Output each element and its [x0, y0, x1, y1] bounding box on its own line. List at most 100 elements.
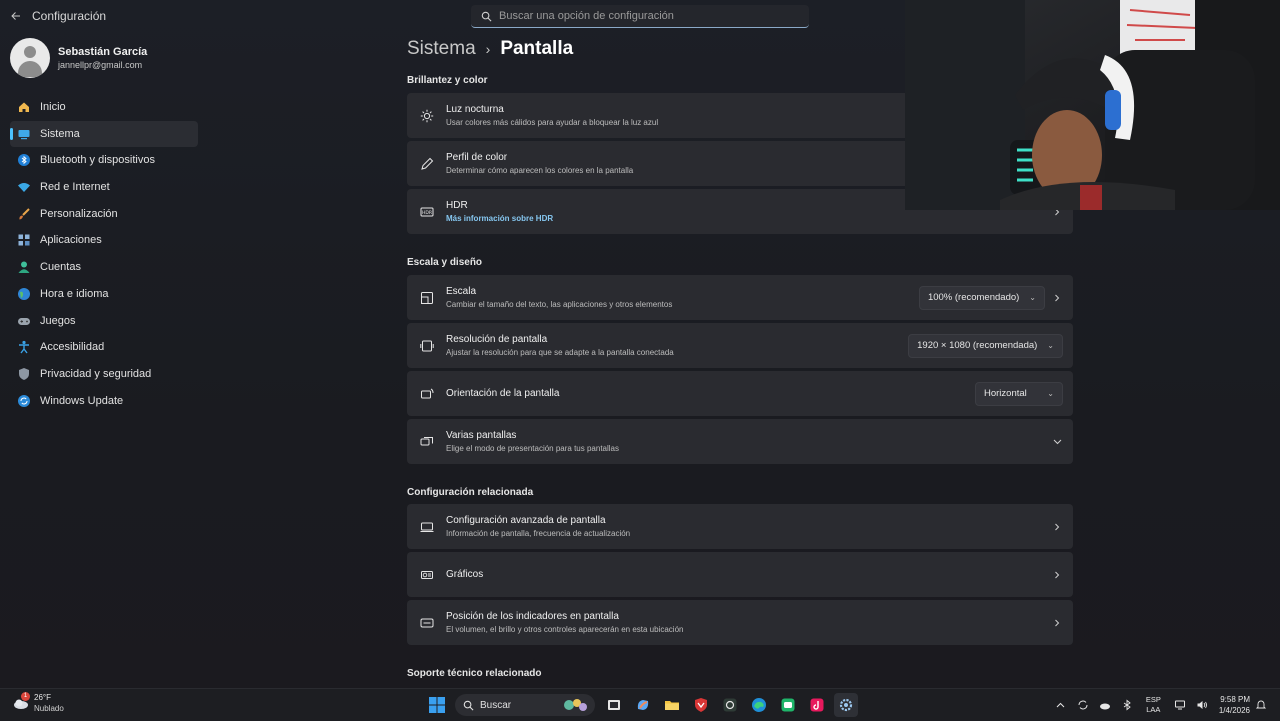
section-title-relacionada: Configuración relacionada [407, 487, 534, 498]
card-subtitle: Cambiar el tamaño del texto, las aplicac… [446, 300, 673, 309]
card-varias-pantallas[interactable]: Varias pantallas Elige el modo de presen… [407, 419, 1073, 464]
taskbar-search[interactable]: Buscar [455, 694, 595, 716]
language-indicator[interactable]: ESP LAA [1146, 695, 1161, 715]
sidebar-item-label: Cuentas [40, 261, 81, 274]
sidebar-item-label: Sistema [40, 127, 80, 140]
sidebar-item-red[interactable]: Red e Internet [10, 174, 198, 200]
orientation-dropdown[interactable]: Horizontal ⌄ [975, 381, 1063, 406]
sidebar-item-windows-update[interactable]: Windows Update [10, 388, 198, 414]
windows-logo-icon [428, 697, 445, 713]
system-tray: ESP LAA 9:58 PM 1/4/2026 [1050, 693, 1272, 717]
chevron-right-icon: › [485, 41, 491, 57]
card-orientacion[interactable]: Orientación de la pantalla Horizontal ⌄ [407, 371, 1073, 416]
sidebar-item-label: Juegos [40, 314, 76, 327]
sidebar-item-label: Aplicaciones [40, 234, 102, 247]
home-icon [16, 99, 32, 115]
globe-icon [16, 286, 32, 302]
profile-name: Sebastián García [58, 46, 148, 58]
gamepad-icon [16, 313, 32, 329]
dropdown-value: 1920 × 1080 (recomendada) [917, 340, 1038, 351]
chevron-right-icon[interactable] [1049, 294, 1065, 302]
monitor-icon [419, 519, 435, 535]
taskbar-search-label: Buscar [480, 699, 512, 711]
card-posicion-indicadores[interactable]: Posición de los indicadores en pantalla … [407, 600, 1073, 645]
title-bar: Configuración [0, 0, 300, 32]
start-button[interactable] [425, 693, 449, 717]
clock-time: 9:58 PM [1220, 695, 1250, 704]
card-resolucion[interactable]: Resolución de pantalla Ajustar la resolu… [407, 323, 1073, 368]
flyout-position-icon [419, 615, 435, 631]
sidebar-item-hora[interactable]: Hora e idioma [10, 281, 198, 307]
color-picker-icon [419, 156, 435, 172]
chat-app-icon[interactable] [776, 693, 800, 717]
breadcrumb-parent[interactable]: Sistema [407, 38, 476, 60]
app-title: Configuración [32, 9, 107, 23]
sidebar-nav: Inicio Sistema Bluetooth y dispositivos … [10, 94, 198, 414]
search-icon [463, 700, 474, 711]
card-title: Escala [446, 286, 477, 297]
sidebar-item-juegos[interactable]: Juegos [10, 308, 198, 334]
tiktok-icon[interactable] [805, 693, 829, 717]
apps-icon [16, 232, 32, 248]
chevron-down-icon: ⌄ [1029, 293, 1036, 302]
notifications-icon[interactable] [1252, 696, 1270, 714]
sidebar-item-bluetooth[interactable]: Bluetooth y dispositivos [10, 147, 198, 173]
chevron-right-icon [1049, 571, 1065, 579]
sidebar-item-label: Accesibilidad [40, 341, 105, 354]
card-subtitle: Información de pantalla, frecuencia de a… [446, 529, 631, 538]
weather-desc: Nublado [34, 704, 64, 713]
sidebar-item-sistema[interactable]: Sistema [10, 120, 198, 147]
resolution-icon [419, 338, 435, 354]
network-icon[interactable] [1171, 696, 1189, 714]
dropdown-value: 100% (recomendado) [927, 292, 1020, 303]
sidebar-item-inicio[interactable]: Inicio [10, 94, 198, 120]
chevron-up-icon[interactable] [1052, 696, 1070, 714]
antivirus-icon[interactable] [689, 693, 713, 717]
settings-gear-icon[interactable] [833, 693, 858, 717]
clock[interactable]: 9:58 PM 1/4/2026 [1219, 694, 1250, 716]
hdr-more-info-link[interactable]: Más información sobre HDR [446, 214, 1049, 223]
weather-widget[interactable]: 1 26°F Nublado [12, 692, 64, 713]
search-highlight-icon [563, 697, 589, 718]
cloud-icon[interactable] [1096, 696, 1114, 714]
sync-icon[interactable] [1074, 696, 1092, 714]
scale-dropdown[interactable]: 100% (recomendado) ⌄ [918, 285, 1045, 310]
page-title: Pantalla [500, 38, 574, 59]
sidebar-item-accesibilidad[interactable]: Accesibilidad [10, 334, 198, 360]
dropdown-value: Horizontal [984, 388, 1027, 399]
bluetooth-tray-icon[interactable] [1118, 696, 1136, 714]
taskbar: 1 26°F Nublado Buscar ESP LAA 9:58 PM 1/… [0, 688, 1280, 721]
chevron-right-icon [1049, 619, 1065, 627]
app-icon[interactable] [718, 693, 742, 717]
brush-icon [16, 206, 32, 222]
clock-date: 1/4/2026 [1218, 706, 1250, 715]
section-title-brillantez: Brillantez y color [407, 75, 488, 86]
volume-icon[interactable] [1193, 696, 1211, 714]
task-view-icon[interactable] [602, 693, 626, 717]
user-profile[interactable]: Sebastián García jannellpr@gmail.com [10, 38, 147, 78]
breadcrumb: Sistema › Pantalla [407, 38, 573, 60]
card-graficos[interactable]: Gráficos [407, 552, 1073, 597]
card-subtitle: Ajustar la resolución para que se adapte… [446, 348, 674, 357]
back-button[interactable] [0, 0, 32, 32]
card-subtitle: El volumen, el brillo y otros controles … [446, 625, 684, 634]
taskbar-apps: Buscar [422, 693, 860, 717]
edge-icon[interactable] [747, 693, 771, 717]
svg-text:HDR: HDR [422, 210, 432, 216]
sidebar-item-personalizacion[interactable]: Personalización [10, 201, 198, 227]
multiple-displays-icon [419, 434, 435, 450]
file-explorer-icon[interactable] [660, 693, 684, 717]
accounts-icon [16, 259, 32, 275]
card-config-avanzada[interactable]: Configuración avanzada de pantalla Infor… [407, 504, 1073, 549]
sidebar-item-cuentas[interactable]: Cuentas [10, 254, 198, 280]
sidebar-item-aplicaciones[interactable]: Aplicaciones [10, 227, 198, 253]
chevron-down-icon[interactable] [1049, 437, 1065, 446]
resolution-dropdown[interactable]: 1920 × 1080 (recomendada) ⌄ [908, 333, 1063, 358]
sidebar-item-privacidad[interactable]: Privacidad y seguridad [10, 361, 198, 387]
profile-email: jannellpr@gmail.com [58, 60, 143, 70]
copilot-icon[interactable] [631, 693, 655, 717]
scale-icon [419, 290, 435, 306]
card-escala[interactable]: Escala Cambiar el tamaño del texto, las … [407, 275, 1073, 320]
language-code: ESP [1145, 695, 1161, 704]
avatar [10, 38, 50, 78]
